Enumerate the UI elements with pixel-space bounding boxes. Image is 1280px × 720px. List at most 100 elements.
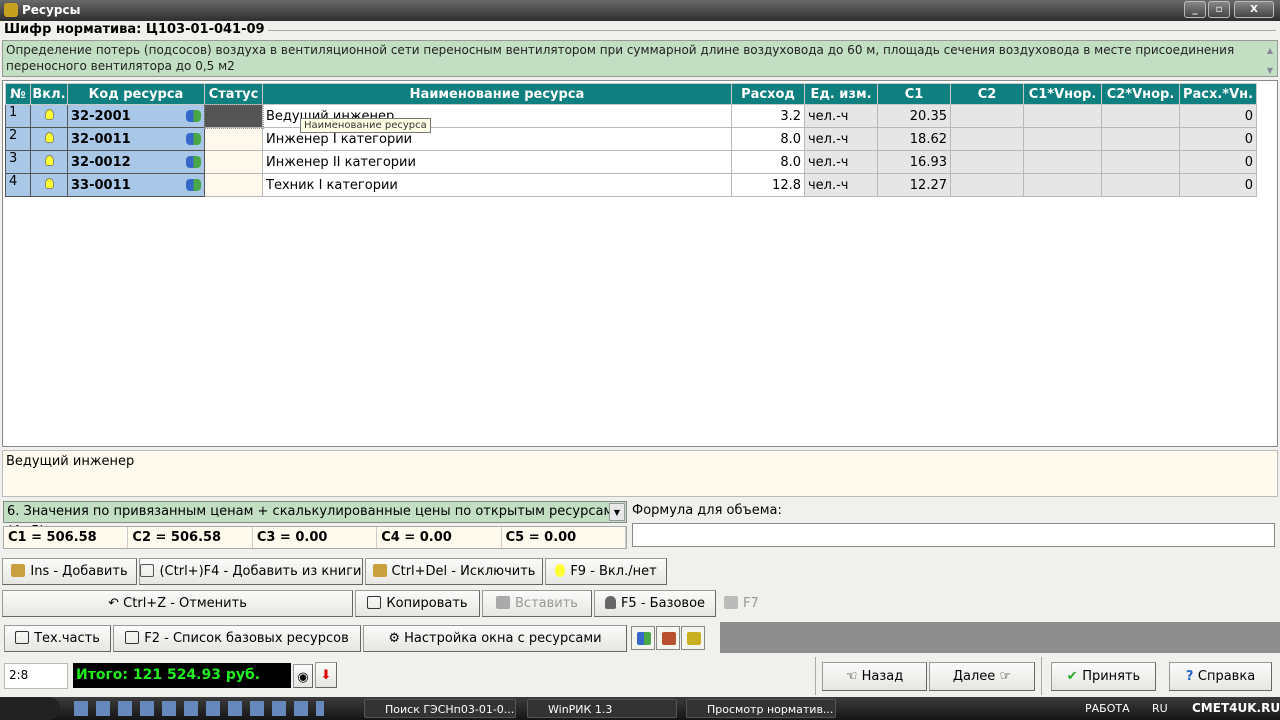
help-button[interactable]: ? Справка (1169, 662, 1272, 691)
f7-button[interactable]: F7 (724, 596, 759, 611)
qty-vnor[interactable]: 0 (1179, 150, 1257, 174)
c2-vnor[interactable] (1101, 173, 1180, 197)
column-header[interactable]: Наименование ресурса (262, 83, 732, 105)
paste-button[interactable]: Вставить (482, 590, 592, 617)
unit[interactable]: чел.-ч (804, 173, 878, 197)
add-button[interactable]: Ins - Добавить (2, 558, 137, 585)
qty-vnor[interactable]: 0 (1179, 104, 1257, 128)
copy-button[interactable]: Копировать (355, 590, 480, 617)
sound-button[interactable]: ◉ (293, 664, 313, 688)
machines-filter-button[interactable] (681, 626, 705, 650)
enabled-toggle[interactable] (30, 150, 68, 174)
c1[interactable]: 12.27 (877, 173, 951, 197)
chevron-down-icon[interactable]: ▼ (609, 503, 625, 521)
unit[interactable]: чел.-ч (804, 150, 878, 174)
undo-button[interactable]: ↶ Ctrl+Z - Отменить (2, 590, 353, 617)
add-from-book-button[interactable]: (Ctrl+)F4 - Добавить из книги (139, 558, 363, 585)
column-header[interactable]: Расход (731, 83, 805, 105)
c1[interactable]: 20.35 (877, 104, 951, 128)
base-list-button[interactable]: F2 - Список базовых ресурсов (113, 625, 361, 652)
unit[interactable]: чел.-ч (804, 127, 878, 151)
next-button[interactable]: Далее ☞ (929, 662, 1035, 691)
start-button[interactable] (0, 697, 60, 720)
maximize-button[interactable]: ▫ (1208, 1, 1230, 18)
taskbar-item-viewer[interactable]: Просмотр норматив... (686, 699, 836, 718)
c2-vnor[interactable] (1101, 150, 1180, 174)
column-header[interactable]: Ед. изм. (804, 83, 878, 105)
c2[interactable] (950, 150, 1024, 174)
list-icon (125, 631, 140, 644)
status-cell[interactable] (204, 150, 263, 174)
close-button[interactable]: X (1234, 1, 1274, 18)
c2[interactable] (950, 104, 1024, 128)
resource-code[interactable]: 32-0011 (67, 127, 205, 151)
column-header[interactable]: № (5, 83, 31, 105)
c1[interactable]: 16.93 (877, 150, 951, 174)
c1-vnor[interactable] (1023, 150, 1102, 174)
column-header[interactable]: Вкл. (30, 83, 68, 105)
resource-code[interactable]: 32-2001 (67, 104, 205, 128)
quantity[interactable]: 8.0 (731, 150, 805, 174)
materials-filter-button[interactable] (656, 626, 680, 650)
toggle-button[interactable]: F9 - Вкл./нет (545, 558, 667, 585)
column-header[interactable]: С2*Vнор. (1101, 83, 1180, 105)
status-cell[interactable] (204, 127, 263, 151)
status-cell[interactable] (203, 103, 264, 129)
scroll-down-icon[interactable]: ▼ (1267, 63, 1273, 79)
column-header[interactable]: С1 (877, 83, 951, 105)
c2[interactable] (950, 173, 1024, 197)
column-header[interactable]: Статус (204, 83, 263, 105)
quantity[interactable]: 3.2 (731, 104, 805, 128)
c1-vnor[interactable] (1023, 127, 1102, 151)
c2[interactable] (950, 127, 1024, 151)
c2-vnor[interactable] (1101, 127, 1180, 151)
taskbar-item-search[interactable]: Поиск ГЭСНп03-01-0... (364, 699, 516, 718)
column-header[interactable]: Расх.*Vн. (1179, 83, 1257, 105)
qty-vnor[interactable]: 0 (1179, 173, 1257, 197)
row-number[interactable]: 3 (5, 150, 31, 174)
price-mode-select[interactable]: 6. Значения по привязанным ценам + скаль… (3, 501, 627, 539)
tech-part-button[interactable]: Тех.часть (4, 625, 111, 652)
formula-input[interactable] (632, 523, 1275, 547)
column-header[interactable]: С1*Vнор. (1023, 83, 1102, 105)
people-icon (637, 632, 651, 645)
c1-vnor[interactable] (1023, 104, 1102, 128)
row-number[interactable]: 1 (5, 104, 31, 128)
minimize-button[interactable]: _ (1184, 1, 1206, 18)
column-header[interactable]: С2 (950, 83, 1024, 105)
status-cell[interactable] (204, 173, 263, 197)
back-button[interactable]: ☜ Назад (822, 662, 927, 691)
row-number[interactable]: 4 (5, 173, 31, 197)
table-row[interactable]: 3 32-0012 Инженер II категории 8.0 чел.-ч 16.… (5, 150, 1257, 174)
down-arrow-button[interactable]: ⬇ (315, 662, 337, 688)
scroll-up-icon[interactable]: ▲ (1267, 43, 1273, 59)
resource-code[interactable]: 33-0011 (67, 173, 205, 197)
unit[interactable]: чел.-ч (804, 104, 878, 128)
taskbar-item-winrik[interactable]: WinРИК 1.3 (527, 699, 677, 718)
base-button[interactable]: F5 - Базовое (594, 590, 716, 617)
quantity[interactable]: 8.0 (731, 127, 805, 151)
resource-name[interactable]: Инженер II категории (262, 150, 732, 174)
column-header[interactable]: Код ресурса (67, 83, 205, 105)
row-number[interactable]: 2 (5, 127, 31, 151)
language-indicator[interactable]: RU (1152, 702, 1168, 715)
enabled-toggle[interactable] (30, 173, 68, 197)
window-settings-button[interactable]: ⚙ Настройка окна с ресурсами (363, 625, 627, 652)
workers-filter-button[interactable] (631, 626, 655, 650)
resource-notes[interactable]: Ведущий инженер (2, 450, 1278, 497)
enabled-toggle[interactable] (30, 127, 68, 151)
quick-launch-icons[interactable] (74, 701, 324, 716)
table-row[interactable]: 1 32-2001 Ведущий инженер 3.2 чел.-ч 20.35 0 (5, 103, 1257, 129)
quantity[interactable]: 12.8 (731, 173, 805, 197)
table-row[interactable]: 4 33-0011 Техник I категории 12.8 чел.-ч 12.2… (5, 173, 1257, 197)
table-row[interactable]: 2 32-0011 Инженер I категории 8.0 чел.-ч 18.6… (5, 127, 1257, 151)
exclude-button[interactable]: Ctrl+Del - Исключить (365, 558, 543, 585)
qty-vnor[interactable]: 0 (1179, 127, 1257, 151)
c1[interactable]: 18.62 (877, 127, 951, 151)
c1-vnor[interactable] (1023, 173, 1102, 197)
enabled-toggle[interactable] (30, 104, 68, 128)
resource-name[interactable]: Техник I категории (262, 173, 732, 197)
c2-vnor[interactable] (1101, 104, 1180, 128)
resource-code[interactable]: 32-0012 (67, 150, 205, 174)
accept-button[interactable]: ✔ Принять (1051, 662, 1156, 691)
